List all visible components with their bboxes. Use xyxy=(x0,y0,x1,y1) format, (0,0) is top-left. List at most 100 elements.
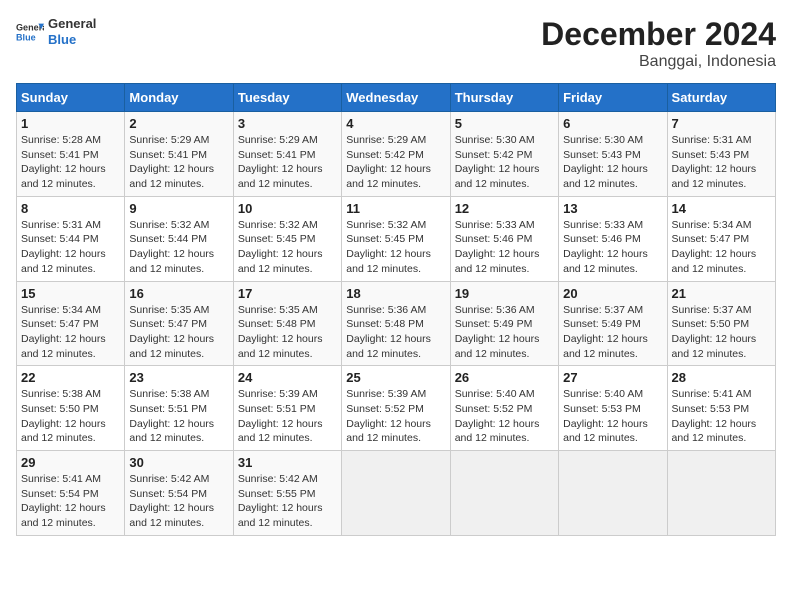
day-info: Sunrise: 5:30 AM Sunset: 5:43 PM Dayligh… xyxy=(563,133,662,192)
day-cell: 21 Sunrise: 5:37 AM Sunset: 5:50 PM Dayl… xyxy=(667,281,775,366)
day-number: 1 xyxy=(21,116,120,131)
day-info: Sunrise: 5:40 AM Sunset: 5:53 PM Dayligh… xyxy=(563,387,662,446)
day-cell: 26 Sunrise: 5:40 AM Sunset: 5:52 PM Dayl… xyxy=(450,366,558,451)
day-info: Sunrise: 5:40 AM Sunset: 5:52 PM Dayligh… xyxy=(455,387,554,446)
week-row-1: 1 Sunrise: 5:28 AM Sunset: 5:41 PM Dayli… xyxy=(17,112,776,197)
page-header: General Blue General Blue December 2024 … xyxy=(16,16,776,71)
day-cell: 15 Sunrise: 5:34 AM Sunset: 5:47 PM Dayl… xyxy=(17,281,125,366)
calendar-subtitle: Banggai, Indonesia xyxy=(541,53,776,71)
day-info: Sunrise: 5:41 AM Sunset: 5:54 PM Dayligh… xyxy=(21,472,120,531)
day-cell xyxy=(342,451,450,536)
calendar-body: 1 Sunrise: 5:28 AM Sunset: 5:41 PM Dayli… xyxy=(17,112,776,536)
logo: General Blue General Blue xyxy=(16,16,96,47)
day-cell: 18 Sunrise: 5:36 AM Sunset: 5:48 PM Dayl… xyxy=(342,281,450,366)
day-number: 29 xyxy=(21,455,120,470)
day-number: 23 xyxy=(129,370,228,385)
day-info: Sunrise: 5:38 AM Sunset: 5:50 PM Dayligh… xyxy=(21,387,120,446)
day-info: Sunrise: 5:29 AM Sunset: 5:41 PM Dayligh… xyxy=(238,133,337,192)
day-number: 3 xyxy=(238,116,337,131)
day-number: 19 xyxy=(455,286,554,301)
day-number: 5 xyxy=(455,116,554,131)
day-number: 17 xyxy=(238,286,337,301)
day-number: 7 xyxy=(672,116,771,131)
day-info: Sunrise: 5:38 AM Sunset: 5:51 PM Dayligh… xyxy=(129,387,228,446)
day-cell: 11 Sunrise: 5:32 AM Sunset: 5:45 PM Dayl… xyxy=(342,196,450,281)
week-row-4: 22 Sunrise: 5:38 AM Sunset: 5:50 PM Dayl… xyxy=(17,366,776,451)
day-number: 18 xyxy=(346,286,445,301)
header-cell-tuesday: Tuesday xyxy=(233,84,341,112)
day-cell: 9 Sunrise: 5:32 AM Sunset: 5:44 PM Dayli… xyxy=(125,196,233,281)
day-number: 30 xyxy=(129,455,228,470)
day-number: 10 xyxy=(238,201,337,216)
calendar-header: SundayMondayTuesdayWednesdayThursdayFrid… xyxy=(17,84,776,112)
day-info: Sunrise: 5:34 AM Sunset: 5:47 PM Dayligh… xyxy=(672,218,771,277)
day-cell: 29 Sunrise: 5:41 AM Sunset: 5:54 PM Dayl… xyxy=(17,451,125,536)
day-cell: 3 Sunrise: 5:29 AM Sunset: 5:41 PM Dayli… xyxy=(233,112,341,197)
day-info: Sunrise: 5:32 AM Sunset: 5:45 PM Dayligh… xyxy=(238,218,337,277)
day-number: 20 xyxy=(563,286,662,301)
day-number: 4 xyxy=(346,116,445,131)
day-info: Sunrise: 5:36 AM Sunset: 5:49 PM Dayligh… xyxy=(455,303,554,362)
day-cell xyxy=(450,451,558,536)
day-cell: 28 Sunrise: 5:41 AM Sunset: 5:53 PM Dayl… xyxy=(667,366,775,451)
week-row-2: 8 Sunrise: 5:31 AM Sunset: 5:44 PM Dayli… xyxy=(17,196,776,281)
title-block: December 2024 Banggai, Indonesia xyxy=(541,16,776,71)
day-cell: 30 Sunrise: 5:42 AM Sunset: 5:54 PM Dayl… xyxy=(125,451,233,536)
header-cell-wednesday: Wednesday xyxy=(342,84,450,112)
day-number: 24 xyxy=(238,370,337,385)
day-info: Sunrise: 5:32 AM Sunset: 5:45 PM Dayligh… xyxy=(346,218,445,277)
calendar-table: SundayMondayTuesdayWednesdayThursdayFrid… xyxy=(16,83,776,536)
day-cell: 22 Sunrise: 5:38 AM Sunset: 5:50 PM Dayl… xyxy=(17,366,125,451)
day-cell: 5 Sunrise: 5:30 AM Sunset: 5:42 PM Dayli… xyxy=(450,112,558,197)
day-number: 22 xyxy=(21,370,120,385)
day-number: 12 xyxy=(455,201,554,216)
day-info: Sunrise: 5:34 AM Sunset: 5:47 PM Dayligh… xyxy=(21,303,120,362)
day-info: Sunrise: 5:35 AM Sunset: 5:48 PM Dayligh… xyxy=(238,303,337,362)
header-cell-monday: Monday xyxy=(125,84,233,112)
calendar-title: December 2024 xyxy=(541,16,776,53)
day-cell xyxy=(559,451,667,536)
day-cell: 24 Sunrise: 5:39 AM Sunset: 5:51 PM Dayl… xyxy=(233,366,341,451)
day-cell: 7 Sunrise: 5:31 AM Sunset: 5:43 PM Dayli… xyxy=(667,112,775,197)
header-cell-thursday: Thursday xyxy=(450,84,558,112)
day-info: Sunrise: 5:30 AM Sunset: 5:42 PM Dayligh… xyxy=(455,133,554,192)
day-number: 8 xyxy=(21,201,120,216)
day-info: Sunrise: 5:39 AM Sunset: 5:51 PM Dayligh… xyxy=(238,387,337,446)
day-number: 16 xyxy=(129,286,228,301)
day-info: Sunrise: 5:42 AM Sunset: 5:55 PM Dayligh… xyxy=(238,472,337,531)
week-row-3: 15 Sunrise: 5:34 AM Sunset: 5:47 PM Dayl… xyxy=(17,281,776,366)
day-info: Sunrise: 5:35 AM Sunset: 5:47 PM Dayligh… xyxy=(129,303,228,362)
day-number: 25 xyxy=(346,370,445,385)
day-cell: 27 Sunrise: 5:40 AM Sunset: 5:53 PM Dayl… xyxy=(559,366,667,451)
day-info: Sunrise: 5:29 AM Sunset: 5:41 PM Dayligh… xyxy=(129,133,228,192)
day-cell: 10 Sunrise: 5:32 AM Sunset: 5:45 PM Dayl… xyxy=(233,196,341,281)
day-cell: 16 Sunrise: 5:35 AM Sunset: 5:47 PM Dayl… xyxy=(125,281,233,366)
day-info: Sunrise: 5:39 AM Sunset: 5:52 PM Dayligh… xyxy=(346,387,445,446)
day-number: 28 xyxy=(672,370,771,385)
day-info: Sunrise: 5:37 AM Sunset: 5:49 PM Dayligh… xyxy=(563,303,662,362)
day-cell: 1 Sunrise: 5:28 AM Sunset: 5:41 PM Dayli… xyxy=(17,112,125,197)
day-cell: 23 Sunrise: 5:38 AM Sunset: 5:51 PM Dayl… xyxy=(125,366,233,451)
day-number: 21 xyxy=(672,286,771,301)
day-number: 15 xyxy=(21,286,120,301)
header-cell-saturday: Saturday xyxy=(667,84,775,112)
header-cell-sunday: Sunday xyxy=(17,84,125,112)
day-cell: 8 Sunrise: 5:31 AM Sunset: 5:44 PM Dayli… xyxy=(17,196,125,281)
week-row-5: 29 Sunrise: 5:41 AM Sunset: 5:54 PM Dayl… xyxy=(17,451,776,536)
day-info: Sunrise: 5:33 AM Sunset: 5:46 PM Dayligh… xyxy=(563,218,662,277)
day-cell: 14 Sunrise: 5:34 AM Sunset: 5:47 PM Dayl… xyxy=(667,196,775,281)
day-info: Sunrise: 5:31 AM Sunset: 5:43 PM Dayligh… xyxy=(672,133,771,192)
header-row: SundayMondayTuesdayWednesdayThursdayFrid… xyxy=(17,84,776,112)
day-number: 31 xyxy=(238,455,337,470)
svg-text:Blue: Blue xyxy=(16,32,36,42)
day-info: Sunrise: 5:37 AM Sunset: 5:50 PM Dayligh… xyxy=(672,303,771,362)
day-cell: 20 Sunrise: 5:37 AM Sunset: 5:49 PM Dayl… xyxy=(559,281,667,366)
day-cell: 19 Sunrise: 5:36 AM Sunset: 5:49 PM Dayl… xyxy=(450,281,558,366)
day-info: Sunrise: 5:31 AM Sunset: 5:44 PM Dayligh… xyxy=(21,218,120,277)
day-number: 13 xyxy=(563,201,662,216)
day-cell: 12 Sunrise: 5:33 AM Sunset: 5:46 PM Dayl… xyxy=(450,196,558,281)
day-info: Sunrise: 5:32 AM Sunset: 5:44 PM Dayligh… xyxy=(129,218,228,277)
day-cell: 17 Sunrise: 5:35 AM Sunset: 5:48 PM Dayl… xyxy=(233,281,341,366)
day-info: Sunrise: 5:29 AM Sunset: 5:42 PM Dayligh… xyxy=(346,133,445,192)
day-number: 27 xyxy=(563,370,662,385)
